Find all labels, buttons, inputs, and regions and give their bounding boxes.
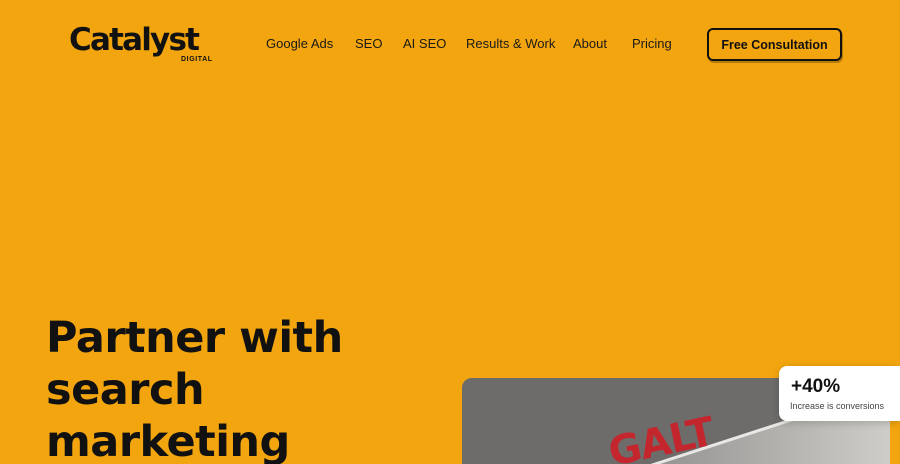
logo-subtitle: DIGITAL [181,56,213,63]
stat-value: +40% [791,376,841,397]
nav-pricing[interactable]: Pricing [632,35,672,53]
stat-card: +40% Increase is conversions [779,366,900,421]
hero-title-line-1: Partner with [46,313,343,363]
nav-about[interactable]: About [573,35,607,53]
hero-title-line-2: search [46,365,205,415]
nav-seo[interactable]: SEO [355,35,382,53]
logo-wordmark: Catalyst [69,22,200,58]
stat-label: Increase is conversions [790,401,885,411]
nav-results-work[interactable]: Results & Work [466,35,555,53]
hero-title: Partner with search marketing [46,312,406,464]
nav-ai-seo[interactable]: AI SEO [403,35,446,53]
hero-title-line-3: marketing [46,417,290,464]
free-consultation-button[interactable]: Free Consultation [707,28,842,61]
site-header: Catalyst DIGITAL Google Ads SEO AI SEO R… [0,0,900,90]
catalyst-logo[interactable]: Catalyst DIGITAL [69,22,219,68]
nav-google-ads[interactable]: Google Ads [266,35,333,53]
